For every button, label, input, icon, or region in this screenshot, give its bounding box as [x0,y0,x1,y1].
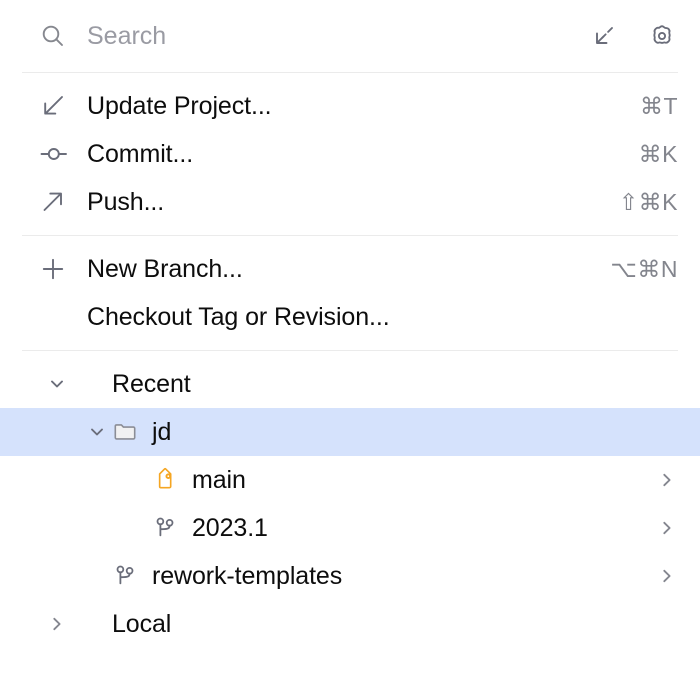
search-input[interactable] [87,21,576,51]
tree-label: 2023.1 [192,513,268,542]
branches-popup: Update Project... ⌘T Commit... ⌘K Push..… [0,0,700,700]
chevron-right-icon[interactable] [656,566,678,586]
branch-icon [110,563,140,589]
tree-item-2023-1[interactable]: 2023.1 [0,504,700,552]
tree-label: rework-templates [152,561,343,590]
chevron-down-icon[interactable] [84,422,110,442]
menu-item-update-project[interactable]: Update Project... ⌘T [0,82,700,130]
tree-label: Local [112,609,172,638]
menu-item-new-branch[interactable]: New Branch... ⌥⌘N [0,245,700,293]
tree-label: main [192,465,246,494]
update-project-icon [40,93,70,119]
tree-item-main[interactable]: main [0,456,700,504]
menu-item-label: Commit... [87,139,194,168]
tree-label: Recent [112,369,191,398]
tag-icon [150,466,180,494]
plus-icon [40,256,70,282]
menu-item-shortcut: ⌘T [639,92,678,119]
chevron-right-icon[interactable] [656,470,678,490]
search-icon [40,23,70,49]
tree-label: jd [152,417,172,446]
menu-item-label: Update Project... [87,91,272,120]
push-icon [40,189,70,215]
header-actions [588,20,678,52]
gear-icon[interactable] [646,20,678,52]
menu-item-label: Push... [87,187,165,216]
menu-item-commit[interactable]: Commit... ⌘K [0,130,700,178]
menu-item-checkout-tag-or-revision[interactable]: Checkout Tag or Revision... [0,293,700,341]
chevron-right-icon[interactable] [44,614,70,634]
menu-item-label: Checkout Tag or Revision... [87,302,390,331]
menu-item-shortcut: ⇧⌘K [618,188,678,215]
folder-icon [110,419,140,445]
menu-item-label: New Branch... [87,254,243,283]
menu-item-shortcut: ⌘K [638,140,678,167]
menu-item-push[interactable]: Push... ⇧⌘K [0,178,700,226]
chevron-down-icon[interactable] [44,374,70,394]
tree-item-jd[interactable]: jd [0,408,700,456]
commit-icon [40,141,70,167]
tree-group-recent[interactable]: Recent [0,360,700,408]
menu-item-shortcut: ⌥⌘N [610,255,678,282]
collapse-all-icon[interactable] [588,20,620,52]
tree-item-rework-templates[interactable]: rework-templates [0,552,700,600]
tree-group-local[interactable]: Local [0,600,700,648]
chevron-right-icon[interactable] [656,518,678,538]
search-row [0,0,700,72]
branch-icon [150,515,180,541]
spacer-top [0,73,700,82]
